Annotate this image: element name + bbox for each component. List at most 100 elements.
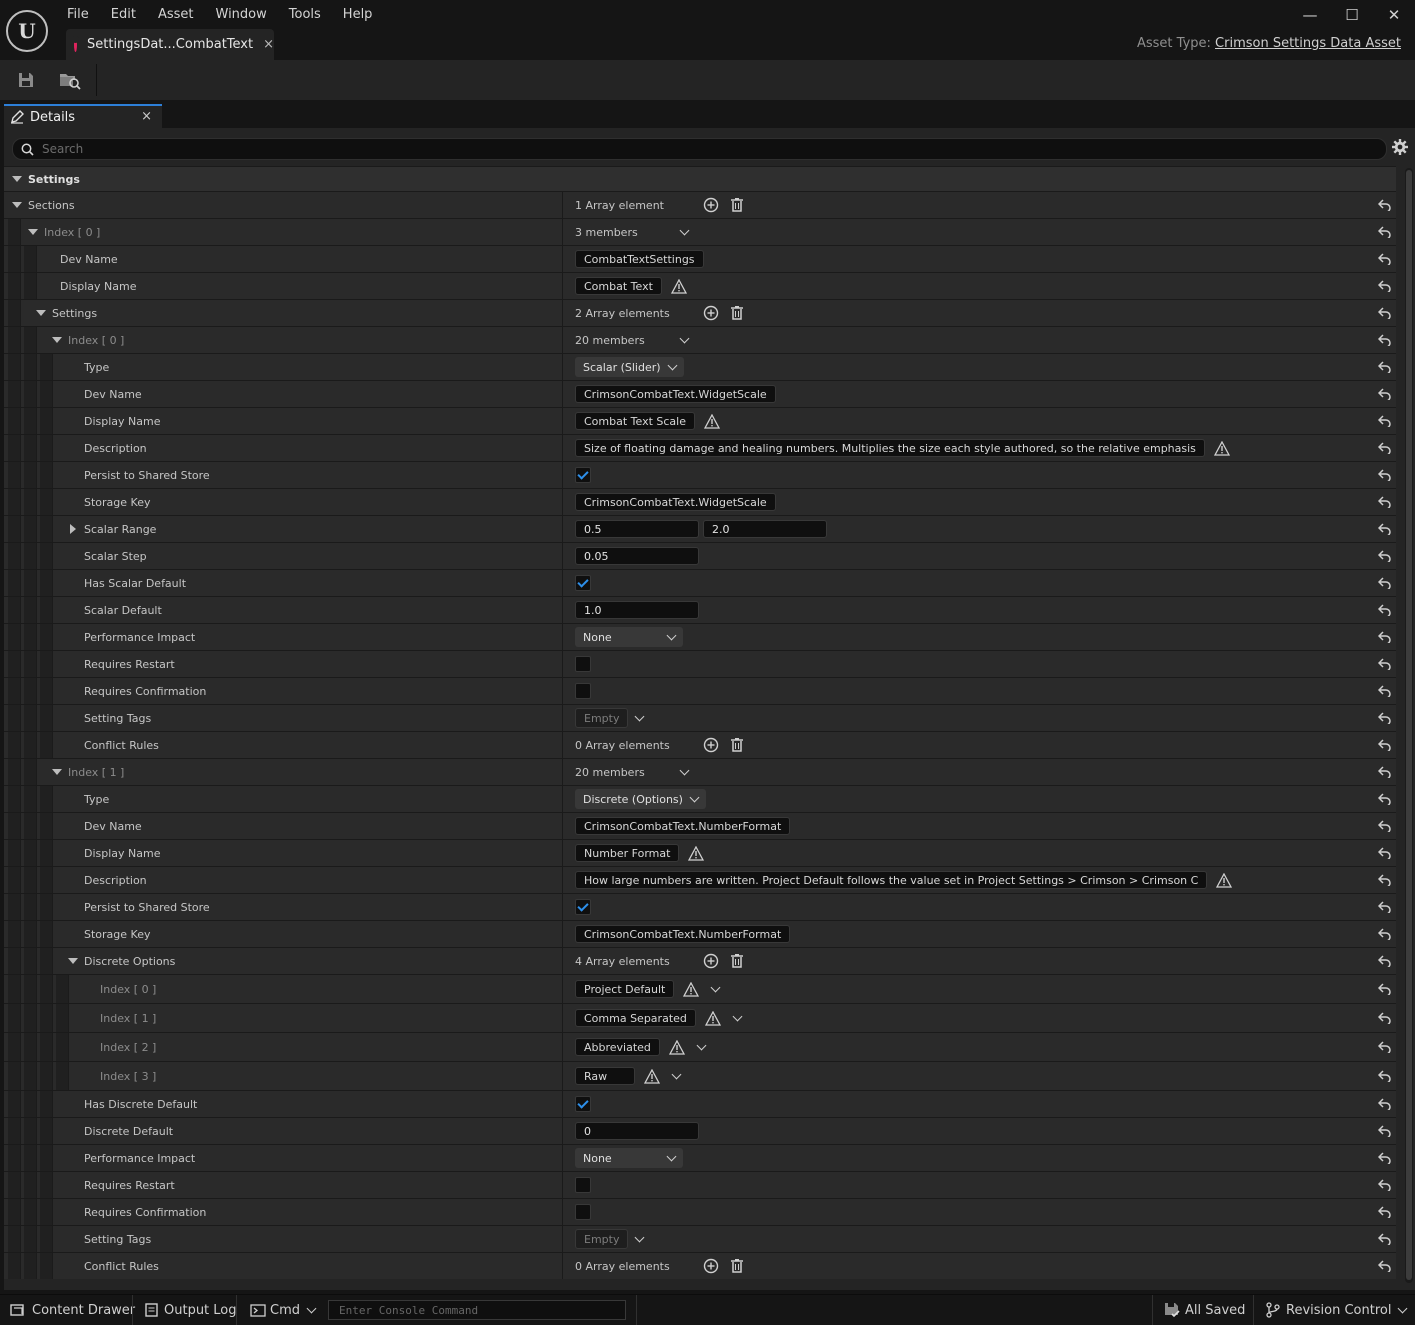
reset-to-default-button[interactable] — [1378, 543, 1392, 569]
chevron-down-icon[interactable] — [679, 225, 690, 235]
collapse-arrow-icon[interactable] — [52, 769, 62, 775]
text-field[interactable]: CrimsonCombatText.NumberFormat — [575, 925, 791, 943]
add-element-button[interactable] — [703, 197, 719, 213]
reset-to-default-button[interactable] — [1378, 327, 1392, 353]
checkbox[interactable] — [575, 683, 591, 699]
text-field[interactable]: CrimsonCombatText.WidgetScale — [575, 493, 776, 511]
collapse-arrow-icon[interactable] — [28, 229, 38, 235]
add-element-button[interactable] — [703, 305, 719, 321]
document-tab-close-button[interactable]: × — [263, 37, 274, 52]
reset-to-default-button[interactable] — [1378, 435, 1392, 461]
add-element-button[interactable] — [703, 953, 719, 969]
reset-to-default-button[interactable] — [1378, 300, 1392, 326]
save-button[interactable] — [14, 68, 38, 92]
console-command-input[interactable] — [337, 1303, 621, 1318]
text-field[interactable]: Project Default — [575, 980, 675, 998]
numeric-field[interactable]: 0.05 — [575, 547, 699, 565]
reset-to-default-button[interactable] — [1378, 381, 1392, 407]
combo-box[interactable]: None — [575, 627, 683, 647]
reset-to-default-button[interactable] — [1378, 1118, 1392, 1144]
numeric-field[interactable]: 1.0 — [575, 601, 699, 619]
checkbox[interactable] — [575, 1204, 591, 1220]
collapse-arrow-icon[interactable] — [36, 310, 46, 316]
reset-to-default-button[interactable] — [1378, 1091, 1392, 1117]
chevron-down-icon[interactable] — [671, 1069, 682, 1079]
tag-container-field[interactable]: Empty — [575, 708, 629, 728]
menu-window[interactable]: Window — [205, 4, 278, 28]
reset-to-default-button[interactable] — [1378, 732, 1392, 758]
chevron-down-icon[interactable] — [679, 765, 690, 775]
delete-all-button[interactable] — [729, 737, 745, 753]
expand-arrow-icon[interactable] — [70, 524, 76, 534]
search-input[interactable] — [40, 141, 1344, 157]
chevron-down-icon[interactable] — [732, 1011, 743, 1021]
delete-all-button[interactable] — [729, 197, 745, 213]
collapse-arrow-icon[interactable] — [12, 202, 22, 208]
unreal-logo-icon[interactable]: U — [6, 10, 48, 52]
chevron-down-icon[interactable] — [635, 1232, 645, 1242]
reset-to-default-button[interactable] — [1378, 678, 1392, 704]
reset-to-default-button[interactable] — [1378, 462, 1392, 488]
reset-to-default-button[interactable] — [1378, 894, 1392, 920]
menu-file[interactable]: File — [56, 4, 100, 28]
reset-to-default-button[interactable] — [1378, 948, 1392, 974]
reset-to-default-button[interactable] — [1378, 570, 1392, 596]
chevron-down-icon[interactable] — [679, 333, 690, 343]
output-log-button[interactable]: Output Log — [145, 1295, 237, 1325]
reset-to-default-button[interactable] — [1378, 1253, 1392, 1279]
reset-to-default-button[interactable] — [1378, 597, 1392, 623]
all-saved-button[interactable]: All Saved — [1164, 1295, 1245, 1325]
reset-to-default-button[interactable] — [1378, 1226, 1392, 1252]
text-field[interactable]: CrimsonCombatText.NumberFormat — [575, 817, 791, 835]
reset-to-default-button[interactable] — [1378, 1172, 1392, 1198]
view-options-button[interactable] — [1391, 138, 1411, 158]
text-field[interactable]: Size of floating damage and healing numb… — [575, 439, 1205, 457]
reset-to-default-button[interactable] — [1378, 813, 1392, 839]
chevron-down-icon[interactable] — [635, 711, 645, 721]
text-field[interactable]: How large numbers are written. Project D… — [575, 871, 1208, 889]
asset-type-link[interactable]: Crimson Settings Data Asset — [1215, 36, 1401, 51]
reset-to-default-button[interactable] — [1378, 975, 1392, 1003]
reset-to-default-button[interactable] — [1378, 786, 1392, 812]
reset-to-default-button[interactable] — [1378, 273, 1392, 299]
collapse-arrow-icon[interactable] — [12, 176, 22, 182]
reset-to-default-button[interactable] — [1378, 921, 1392, 947]
text-field[interactable]: CombatTextSettings — [575, 250, 704, 268]
cmd-dropdown[interactable]: Cmd — [250, 1295, 317, 1325]
reset-to-default-button[interactable] — [1378, 354, 1392, 380]
minimize-button[interactable]: — — [1289, 0, 1331, 30]
reset-to-default-button[interactable] — [1378, 867, 1392, 893]
combo-box[interactable]: None — [575, 1148, 683, 1168]
checkbox[interactable] — [575, 899, 591, 915]
reset-to-default-button[interactable] — [1378, 1004, 1392, 1032]
menu-tools[interactable]: Tools — [278, 4, 332, 28]
tag-container-field[interactable]: Empty — [575, 1229, 629, 1249]
reset-to-default-button[interactable] — [1378, 759, 1392, 785]
combo-box[interactable]: Discrete (Options) — [575, 789, 706, 809]
reset-to-default-button[interactable] — [1378, 516, 1392, 542]
reset-to-default-button[interactable] — [1378, 246, 1392, 272]
add-element-button[interactable] — [703, 1258, 719, 1274]
document-tab[interactable]: SettingsDat...CombatText × — [66, 29, 274, 60]
reset-to-default-button[interactable] — [1378, 192, 1392, 218]
reset-to-default-button[interactable] — [1378, 840, 1392, 866]
text-field[interactable]: Comma Separated — [575, 1009, 696, 1027]
collapse-arrow-icon[interactable] — [52, 337, 62, 343]
text-field[interactable]: Combat Text Scale — [575, 412, 695, 430]
reset-to-default-button[interactable] — [1378, 489, 1392, 515]
reset-to-default-button[interactable] — [1378, 1199, 1392, 1225]
range-max-field[interactable]: 2.0 — [703, 520, 827, 538]
details-scrollbar[interactable] — [1405, 168, 1413, 1283]
details-tab-close-button[interactable]: × — [141, 109, 152, 124]
range-min-field[interactable]: 0.5 — [575, 520, 699, 538]
scrollbar-thumb[interactable] — [1406, 170, 1412, 1280]
close-window-button[interactable]: ✕ — [1373, 0, 1415, 30]
menu-edit[interactable]: Edit — [100, 4, 147, 28]
combo-box[interactable]: Scalar (Slider) — [575, 357, 684, 377]
collapse-arrow-icon[interactable] — [68, 958, 78, 964]
reset-to-default-button[interactable] — [1378, 624, 1392, 650]
checkbox[interactable] — [575, 575, 591, 591]
menu-asset[interactable]: Asset — [147, 4, 205, 28]
text-field[interactable]: Number Format — [575, 844, 680, 862]
reset-to-default-button[interactable] — [1378, 1062, 1392, 1090]
